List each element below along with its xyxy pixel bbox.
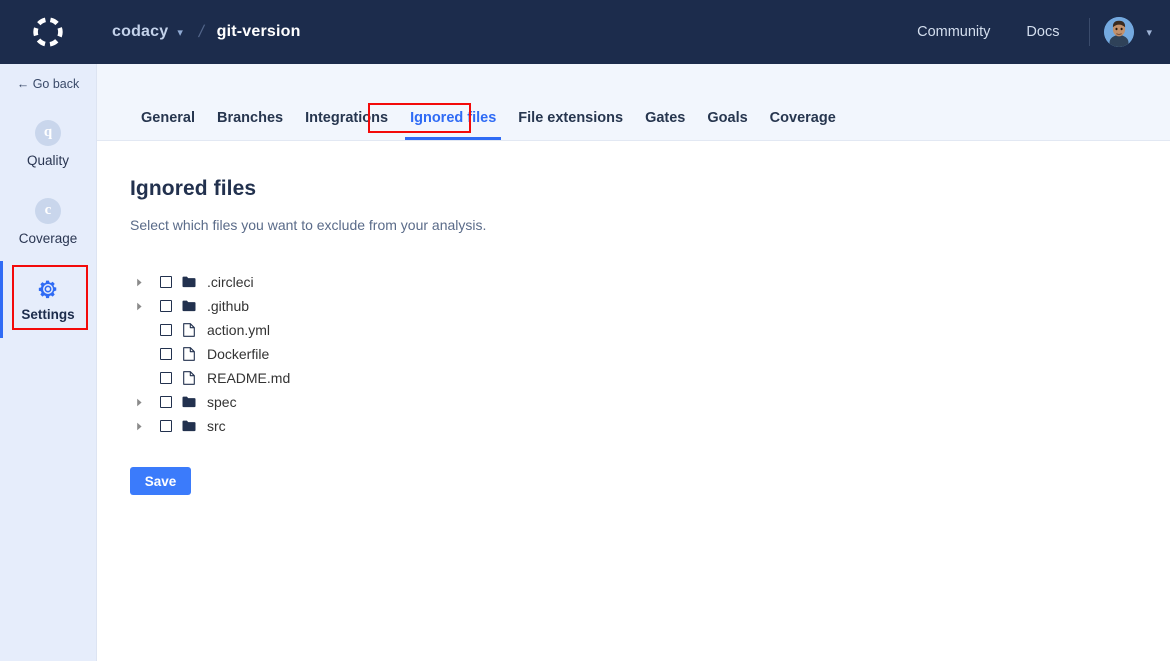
sidebar-item-label: Settings <box>21 306 75 322</box>
breadcrumb-repo[interactable]: git-version <box>217 23 301 41</box>
avatar[interactable] <box>1104 17 1135 47</box>
folder-icon <box>181 300 196 312</box>
page-subtitle: Select which files you want to exclude f… <box>130 217 487 233</box>
table-row[interactable]: Dockerfile <box>130 342 1170 366</box>
page-title: Ignored files <box>130 177 257 200</box>
row-checkbox[interactable] <box>160 300 172 312</box>
tab-branches[interactable]: Branches <box>206 110 294 140</box>
left-sidebar: ← Go back q Quality c Coverage Settings <box>0 64 96 661</box>
table-row[interactable]: .github <box>130 294 1170 318</box>
sidebar-item-label: Coverage <box>18 230 78 246</box>
avatar-image <box>1104 17 1135 47</box>
docs-link[interactable]: Docs <box>1008 24 1077 40</box>
sidebar-item-label: Quality <box>26 152 70 168</box>
sidebar-item-settings[interactable]: Settings <box>0 261 96 338</box>
tab-gates[interactable]: Gates <box>634 110 696 140</box>
file-name: action.yml <box>207 322 271 338</box>
tab-ignored-files[interactable]: Ignored files <box>399 110 507 140</box>
table-row[interactable]: README.md <box>130 366 1170 390</box>
breadcrumb-separator: / <box>196 22 206 41</box>
table-row[interactable]: .circleci <box>130 270 1170 294</box>
tab-list: General Branches Integrations Ignored fi… <box>97 110 847 140</box>
folder-icon <box>181 276 196 288</box>
row-checkbox[interactable] <box>160 348 172 360</box>
breadcrumb: codacy ▾ / git-version <box>112 22 301 42</box>
file-name: README.md <box>207 370 291 386</box>
top-header-bar: codacy ▾ / git-version Community Docs ▾ <box>0 0 1170 64</box>
tab-general[interactable]: General <box>130 110 206 140</box>
community-link[interactable]: Community <box>899 24 1008 40</box>
user-menu-chevron-down-icon[interactable]: ▾ <box>1146 26 1152 39</box>
row-checkbox[interactable] <box>160 372 172 384</box>
codacy-logo-icon <box>33 17 63 47</box>
row-checkbox[interactable] <box>160 276 172 288</box>
table-row[interactable]: action.yml <box>130 318 1170 342</box>
file-tree: .circleci .github action.yml Dockerfile … <box>130 270 1170 438</box>
sidebar-item-quality[interactable]: q Quality <box>0 105 96 182</box>
file-name: .circleci <box>207 274 254 290</box>
row-checkbox[interactable] <box>160 324 172 336</box>
header-right-nav: Community Docs ▾ <box>899 17 1170 47</box>
file-name: spec <box>207 394 237 410</box>
file-name: src <box>207 418 226 434</box>
table-row[interactable]: src <box>130 414 1170 438</box>
chevron-down-icon[interactable]: ▾ <box>177 26 183 39</box>
chevron-right-icon[interactable] <box>130 278 148 287</box>
file-icon <box>181 323 196 337</box>
sidebar-item-coverage[interactable]: c Coverage <box>0 183 96 260</box>
tab-integrations[interactable]: Integrations <box>294 110 399 140</box>
codacy-logo[interactable] <box>0 0 96 64</box>
row-checkbox[interactable] <box>160 396 172 408</box>
chevron-right-icon[interactable] <box>130 422 148 431</box>
file-name: Dockerfile <box>207 346 270 362</box>
row-checkbox[interactable] <box>160 420 172 432</box>
file-icon <box>181 347 196 361</box>
main-content: General Branches Integrations Ignored fi… <box>96 64 1170 661</box>
ignored-files-panel: Ignored files Select which files you wan… <box>97 141 1170 495</box>
tab-file-extensions[interactable]: File extensions <box>507 110 634 140</box>
quality-icon: q <box>35 119 61 146</box>
breadcrumb-org[interactable]: codacy <box>112 23 168 41</box>
tab-goals[interactable]: Goals <box>696 110 758 140</box>
coverage-icon: c <box>35 197 61 224</box>
folder-icon <box>181 396 196 408</box>
go-back-link[interactable]: ← Go back <box>0 64 96 104</box>
save-button[interactable]: Save <box>130 467 191 495</box>
chevron-right-icon[interactable] <box>130 398 148 407</box>
settings-tab-bar: General Branches Integrations Ignored fi… <box>97 64 1170 141</box>
file-name: .github <box>207 298 250 314</box>
chevron-right-icon[interactable] <box>130 302 148 311</box>
gear-icon <box>37 278 59 300</box>
folder-icon <box>181 420 196 432</box>
table-row[interactable]: spec <box>130 390 1170 414</box>
file-icon <box>181 371 196 385</box>
tab-coverage[interactable]: Coverage <box>759 110 847 140</box>
header-divider <box>1089 18 1091 46</box>
